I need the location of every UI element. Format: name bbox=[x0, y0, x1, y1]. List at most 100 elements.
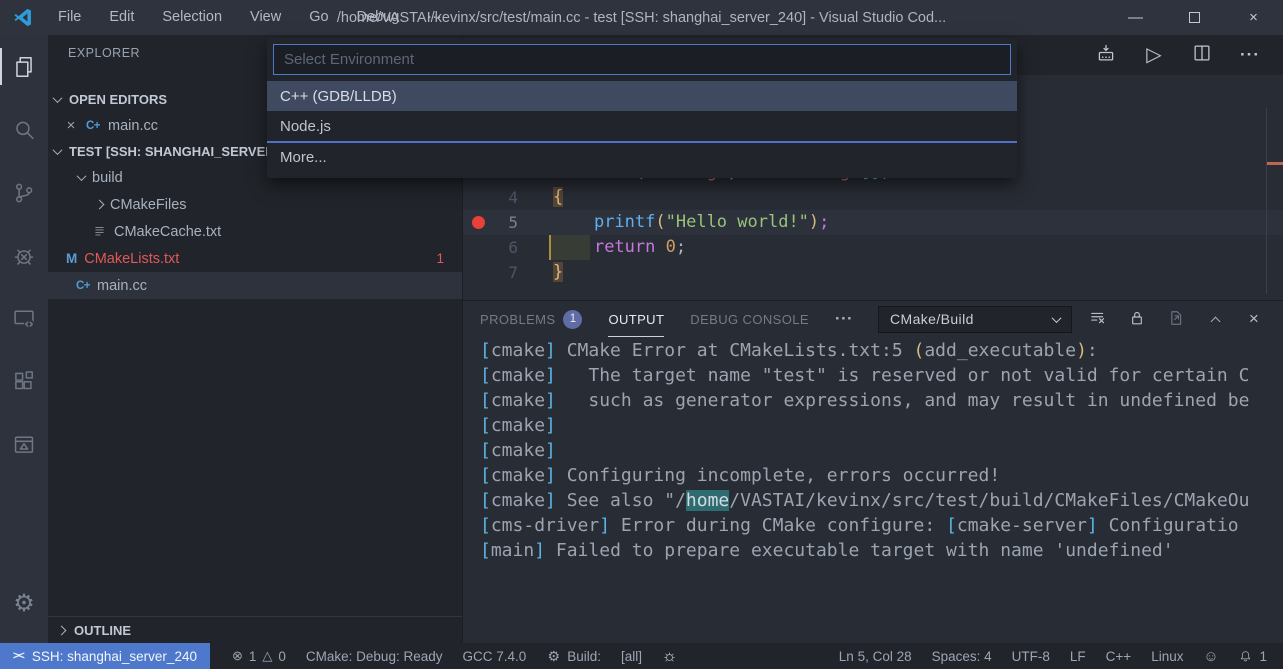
output-channel-select[interactable]: CMake/Build bbox=[878, 305, 1072, 333]
tree-row[interactable]: CMakeCache.txt bbox=[48, 218, 462, 245]
quick-pick-item[interactable]: Node.js bbox=[267, 111, 1017, 141]
menu-go[interactable]: Go bbox=[295, 0, 342, 35]
output-segment: cmake bbox=[490, 440, 546, 461]
status-os[interactable]: Linux bbox=[1141, 649, 1193, 664]
close-button[interactable]: × bbox=[1224, 0, 1283, 35]
activity-debug[interactable] bbox=[0, 224, 48, 287]
tree-row[interactable]: C+ main.cc bbox=[48, 272, 462, 299]
activity-cmake-test[interactable] bbox=[0, 413, 48, 476]
output-line: [cmake] bbox=[480, 438, 1283, 463]
code-token: ( bbox=[655, 212, 666, 232]
split-editor-icon bbox=[1191, 42, 1213, 64]
menu-edit[interactable]: Edit bbox=[95, 0, 148, 35]
code-token: ; bbox=[819, 212, 830, 232]
output-segment: [ bbox=[480, 515, 491, 536]
tree-row[interactable]: CMakeFiles bbox=[48, 191, 462, 218]
chevron-right-icon bbox=[94, 199, 105, 210]
output-segment: such as generator expressions, and may r… bbox=[555, 390, 1250, 411]
status-build-target[interactable]: [all] bbox=[611, 643, 652, 669]
status-build[interactable]: ⚙ Build: bbox=[536, 643, 611, 669]
output-line: [cmake] See also "/home/VASTAI/kevinx/sr… bbox=[480, 488, 1283, 513]
output-segment: ] bbox=[545, 440, 556, 461]
manage-icon: ⚙ bbox=[13, 589, 35, 617]
output-line: [cmake] Configuring incomplete, errors o… bbox=[480, 463, 1283, 488]
status-eol[interactable]: LF bbox=[1060, 649, 1096, 664]
menu-view[interactable]: View bbox=[236, 0, 295, 35]
status-feedback[interactable]: ☺ bbox=[1193, 649, 1228, 664]
output-segment: /VASTAI/kevinx/src/test/build/CMakeFiles… bbox=[729, 490, 1250, 511]
install-button[interactable] bbox=[1095, 42, 1117, 69]
status-notifications[interactable]: 1 bbox=[1228, 649, 1277, 664]
more-actions-button[interactable]: ··· bbox=[1239, 44, 1261, 66]
output-segment: [ bbox=[480, 415, 491, 436]
status-compiler[interactable]: GCC 7.4.0 bbox=[452, 643, 536, 669]
quick-pick-list: C++ (GDB/LLDB) Node.js More... bbox=[267, 81, 1017, 171]
code-lines: 3int main(int argc, char * argv[])4{5 pr… bbox=[463, 160, 1283, 285]
maximize-panel-icon bbox=[1205, 309, 1225, 329]
line-number: 4 bbox=[508, 188, 518, 207]
quick-pick-item[interactable]: C++ (GDB/LLDB) bbox=[267, 81, 1017, 111]
code-token: "Hello world!" bbox=[665, 212, 809, 232]
menu-file[interactable]: File bbox=[44, 0, 95, 35]
output-segment: ] bbox=[545, 415, 556, 436]
output-segment: home bbox=[685, 490, 730, 511]
line-number: 7 bbox=[508, 263, 518, 282]
output-line: [cmake] bbox=[480, 413, 1283, 438]
output-segment: cmake bbox=[490, 465, 546, 486]
status-cmake-status[interactable]: CMake: Debug: Ready bbox=[296, 643, 453, 669]
explorer-icon bbox=[11, 54, 37, 80]
minimize-button[interactable]: — bbox=[1106, 0, 1165, 35]
clear-output-button[interactable] bbox=[1088, 308, 1108, 331]
status-indentation[interactable]: Spaces: 4 bbox=[922, 649, 1002, 664]
activity-remote-explorer[interactable] bbox=[0, 287, 48, 350]
overview-ruler-marker bbox=[1267, 162, 1283, 165]
code-token: 0 bbox=[665, 237, 676, 257]
output-segment: CMake Error at CMakeLists.txt:5 bbox=[555, 340, 914, 361]
text-file-icon bbox=[92, 224, 107, 239]
activity-explorer[interactable] bbox=[0, 35, 48, 98]
quick-pick-overlay: C++ (GDB/LLDB)Node.jsMore... bbox=[267, 38, 1017, 178]
quick-pick-item[interactable]: More... bbox=[267, 141, 1017, 171]
close-panel-button[interactable]: × bbox=[1244, 309, 1264, 329]
status-cursor-position[interactable]: Ln 5, Col 28 bbox=[829, 649, 922, 664]
chevron-down-icon bbox=[52, 145, 63, 156]
quick-pick-input[interactable] bbox=[273, 44, 1011, 75]
activity-source-control[interactable] bbox=[0, 161, 48, 224]
cmake-test-icon bbox=[11, 432, 37, 458]
split-editor-button[interactable] bbox=[1191, 42, 1213, 69]
activity-manage[interactable]: ⚙ bbox=[0, 572, 48, 635]
status-remote[interactable]: >< SSH: shanghai_server_240 bbox=[0, 643, 210, 669]
bell-icon bbox=[1238, 649, 1253, 664]
output-segment: [ bbox=[480, 465, 491, 486]
bottom-panel: PROBLEMS 1 OUTPUT DEBUG CONSOLE ··· CMake/Bui… bbox=[463, 300, 1283, 643]
run-button[interactable]: ▷ bbox=[1143, 44, 1165, 66]
status-problems[interactable]: ⊗ 1 △ 0 bbox=[222, 643, 296, 669]
output-console: [cmake] CMake Error at CMakeLists.txt:5 … bbox=[463, 338, 1283, 643]
outline-section-header[interactable]: OUTLINE bbox=[48, 616, 462, 643]
activity-search[interactable] bbox=[0, 98, 48, 161]
extensions-icon bbox=[11, 369, 37, 395]
output-segment: add_executable bbox=[924, 340, 1077, 361]
window-title: /home/VASTAI/kevinx/src/test/main.cc - t… bbox=[336, 9, 947, 26]
panel-tabs-overflow[interactable]: ··· bbox=[835, 309, 853, 329]
maximize-panel-button[interactable] bbox=[1205, 309, 1225, 329]
close-icon[interactable]: × bbox=[64, 117, 78, 134]
panel-tab-output[interactable]: OUTPUT bbox=[608, 301, 665, 337]
code-text: return 0; bbox=[553, 235, 686, 260]
code-token: { bbox=[553, 187, 564, 207]
open-in-editor-button[interactable] bbox=[1166, 308, 1186, 331]
output-segment: Configuratio bbox=[1097, 515, 1239, 536]
chevron-down-icon bbox=[1051, 312, 1062, 323]
menu-selection[interactable]: Selection bbox=[148, 0, 236, 35]
status-language[interactable]: C++ bbox=[1096, 649, 1142, 664]
panel-tab-problems[interactable]: PROBLEMS 1 bbox=[480, 301, 583, 337]
status-encoding[interactable]: UTF-8 bbox=[1002, 649, 1060, 664]
panel-tab-debug-console[interactable]: DEBUG CONSOLE bbox=[690, 301, 809, 337]
scroll-lock-button[interactable] bbox=[1127, 308, 1147, 331]
search-icon bbox=[11, 117, 37, 143]
tree-row[interactable]: M CMakeLists.txt 1 bbox=[48, 245, 462, 272]
maximize-button[interactable] bbox=[1165, 0, 1224, 35]
output-line: [cms-driver] Error during CMake configur… bbox=[480, 513, 1283, 538]
status-debug-target[interactable] bbox=[652, 643, 687, 669]
activity-extensions[interactable] bbox=[0, 350, 48, 413]
